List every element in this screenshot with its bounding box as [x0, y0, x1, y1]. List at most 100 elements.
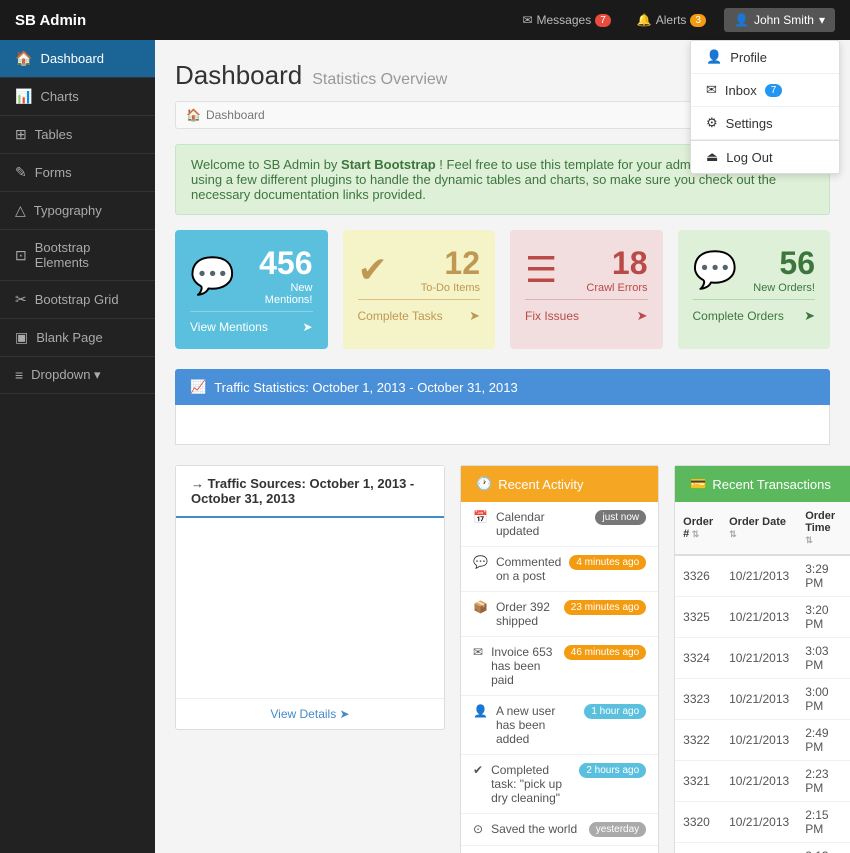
top-navbar: SB Admin ✉ Messages 7 🔔 Alerts 3 👤 John … — [0, 0, 850, 40]
col-order: Order # ⇅ — [675, 502, 721, 555]
gear-icon: ⚙ — [706, 115, 718, 131]
table-row: 3325 10/21/2013 3:20 PM $234.34 — [675, 597, 850, 638]
complete-tasks-link[interactable]: Complete Tasks — [358, 309, 443, 323]
traffic-chart — [175, 405, 830, 445]
globe-icon: ⊙ — [473, 822, 483, 836]
messages-badge: 7 — [595, 14, 611, 27]
sidebar-item-charts[interactable]: 📊 Charts — [0, 78, 155, 116]
bell-icon: 🔔 — [637, 13, 652, 27]
user-dropdown-menu: 👤 Profile ✉ Inbox 7 ⚙ Settings ⏏ Log Out — [690, 40, 840, 174]
traffic-stats-header: 📈 Traffic Statistics: October 1, 2013 - … — [175, 369, 830, 405]
sidebar: 🏠 Dashboard 📊 Charts ⊞ Tables ✎ Forms △ … — [0, 40, 155, 853]
typography-icon: △ — [15, 202, 26, 219]
table-row: 3323 10/21/2013 3:00 PM $23.71 — [675, 679, 850, 720]
page-title: Dashboard — [175, 60, 302, 91]
col-time: Order Time ⇅ — [797, 502, 843, 555]
activity-time: 23 minutes ago — [564, 600, 646, 615]
stat-card-todo: ✔ 12 To-Do Items Complete Tasks ➤ — [343, 230, 496, 349]
navbar-right: ✉ Messages 7 🔔 Alerts 3 👤 John Smith ▾ — [514, 8, 835, 32]
credit-card-icon: 💳 — [690, 476, 706, 492]
arrow-right-icon: ➤ — [302, 320, 312, 334]
user-add-icon: 👤 — [473, 704, 488, 718]
table-row: 3321 10/21/2013 2:23 PM $245.12 — [675, 761, 850, 802]
arrow-right-icon: ➤ — [340, 707, 350, 721]
stat-cards: 💬 456 New Mentions! View Mentions ➤ ✔ 12 — [175, 230, 830, 349]
page-subtitle: Statistics Overview — [312, 71, 447, 89]
activity-list: 📅 Calendar updated just now 💬 Commented … — [461, 502, 658, 853]
tables-icon: ⊞ — [15, 126, 27, 143]
table-row: 3322 10/21/2013 2:49 PM $8345.23 — [675, 720, 850, 761]
errors-icon: ☰ — [525, 249, 557, 291]
alerts-badge: 3 — [690, 14, 706, 27]
activity-time: just now — [595, 510, 646, 525]
calendar-icon: 📅 — [473, 510, 488, 524]
clock-icon: 🕐 — [476, 476, 492, 492]
sidebar-item-dashboard[interactable]: 🏠 Dashboard — [0, 40, 155, 78]
activity-time: 2 hours ago — [579, 763, 646, 778]
traffic-sources-header: → Traffic Sources: October 1, 2013 - Oct… — [176, 466, 444, 518]
sidebar-item-dropdown[interactable]: ≡ Dropdown ▾ — [0, 357, 155, 394]
sidebar-item-typography[interactable]: △ Typography — [0, 192, 155, 230]
activity-item: 💬 Commented on a post 4 minutes ago — [461, 547, 658, 592]
inbox-link[interactable]: ✉ Inbox 7 — [691, 74, 839, 107]
recent-transactions-panel: 💳 Recent Transactions Order # ⇅ Order Da… — [674, 465, 850, 853]
col-amount: Amount (USD) ⇅ — [843, 502, 850, 555]
elements-icon: ⊡ — [15, 247, 27, 264]
sidebar-item-bootstrap-grid[interactable]: ✂ Bootstrap Grid — [0, 281, 155, 319]
table-row: 3324 10/21/2013 3:03 PM $724.17 — [675, 638, 850, 679]
home-icon: 🏠 — [186, 108, 201, 122]
sidebar-item-forms[interactable]: ✎ Forms — [0, 154, 155, 192]
blank-icon: ▣ — [15, 329, 28, 346]
activity-time: 46 minutes ago — [564, 645, 646, 660]
inbox-badge: 7 — [765, 84, 783, 97]
transactions-table: Order # ⇅ Order Date ⇅ Order Time ⇅ Amou… — [675, 502, 850, 853]
complete-orders-link[interactable]: Complete Orders — [693, 309, 784, 323]
invoice-icon: ✉ — [473, 645, 483, 659]
view-details-link[interactable]: View Details ➤ — [176, 698, 444, 729]
logout-link[interactable]: ⏏ Log Out — [691, 141, 839, 173]
comment-icon: 💬 — [473, 555, 488, 569]
traffic-chart-area — [176, 518, 444, 698]
app-brand: SB Admin — [15, 12, 86, 29]
forms-icon: ✎ — [15, 164, 27, 181]
table-row: 3326 10/21/2013 3:29 PM $321.33 — [675, 555, 850, 597]
arrow-right-icon: ➤ — [469, 308, 480, 324]
col-date: Order Date ⇅ — [721, 502, 797, 555]
chart-icon: 📈 — [190, 379, 206, 395]
dropdown-icon: ≡ — [15, 367, 23, 383]
profile-icon: 👤 — [706, 49, 722, 65]
profile-link[interactable]: 👤 Profile — [691, 41, 839, 74]
inbox-icon: ✉ — [706, 82, 717, 98]
stat-card-errors: ☰ 18 Crawl Errors Fix Issues ➤ — [510, 230, 663, 349]
user-icon: 👤 — [734, 13, 749, 27]
dashboard-icon: 🏠 — [15, 50, 32, 67]
arrow-right-icon: ➤ — [804, 308, 815, 324]
fix-issues-link[interactable]: Fix Issues — [525, 309, 579, 323]
recent-activity-panel: 🕐 Recent Activity 📅 Calendar updated jus… — [460, 465, 659, 853]
view-mentions-link[interactable]: View Mentions — [190, 320, 268, 334]
activity-time: 1 hour ago — [584, 704, 646, 719]
logout-icon: ⏏ — [706, 149, 718, 165]
mentions-icon: 💬 — [190, 255, 235, 297]
recent-transactions-header: 💳 Recent Transactions — [675, 466, 850, 502]
todo-icon: ✔ — [358, 249, 388, 291]
activity-item: ✉ Invoice 653 has been paid 46 minutes a… — [461, 637, 658, 696]
user-dropdown-button[interactable]: 👤 John Smith ▾ — [724, 8, 835, 32]
activity-item: ✔ Completed task: "pick up dry cleaning"… — [461, 755, 658, 814]
activity-item: ⊙ Saved the world yesterday — [461, 814, 658, 846]
messages-button[interactable]: ✉ Messages 7 — [514, 9, 618, 31]
sidebar-item-bootstrap-elements[interactable]: ⊡ Bootstrap Elements — [0, 230, 155, 281]
check-icon: ✔ — [473, 763, 483, 777]
lower-sections: → Traffic Sources: October 1, 2013 - Oct… — [175, 465, 830, 853]
arrow-right-icon: ➤ — [637, 308, 648, 324]
alerts-button[interactable]: 🔔 Alerts 3 — [629, 9, 714, 31]
charts-icon: 📊 — [15, 88, 32, 105]
sidebar-item-tables[interactable]: ⊞ Tables — [0, 116, 155, 154]
activity-time: 4 minutes ago — [569, 555, 646, 570]
settings-link[interactable]: ⚙ Settings — [691, 107, 839, 140]
package-icon: 📦 — [473, 600, 488, 614]
stat-card-mentions: 💬 456 New Mentions! View Mentions ➤ — [175, 230, 328, 349]
sidebar-item-blank-page[interactable]: ▣ Blank Page — [0, 319, 155, 357]
recent-activity-header: 🕐 Recent Activity — [461, 466, 658, 502]
activity-item: 👤 A new user has been added 1 hour ago — [461, 696, 658, 755]
